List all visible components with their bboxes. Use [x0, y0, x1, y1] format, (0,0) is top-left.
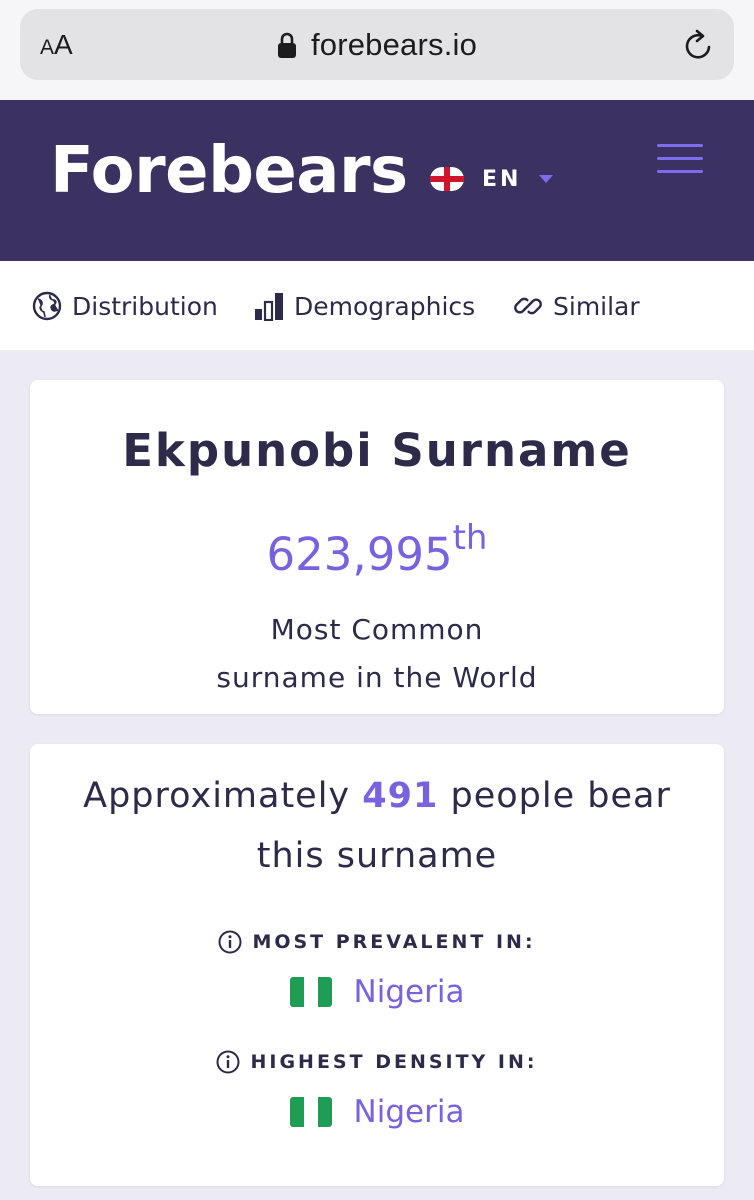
most-prevalent-label: MOST PREVALENT IN: — [30, 930, 724, 954]
highest-density-country-link[interactable]: Nigeria — [354, 1094, 465, 1130]
nav-similar-label: Similar — [553, 291, 640, 321]
nav-demographics-label: Demographics — [294, 291, 476, 321]
hamburger-menu-icon[interactable] — [657, 144, 703, 174]
most-prevalent-country-link[interactable]: Nigeria — [354, 974, 465, 1010]
url-field[interactable]: A A forebears.io — [20, 9, 734, 80]
rank-suffix: th — [452, 518, 488, 558]
nigeria-flag-icon — [289, 1097, 332, 1127]
nav-similar[interactable]: Similar — [513, 289, 640, 323]
rank-caption: Most Common surname in the World — [30, 606, 724, 702]
surname-summary-card: Ekpunobi Surname 623,995th Most Common s… — [30, 380, 724, 714]
bar-chart-icon — [255, 293, 283, 321]
nav-distribution[interactable]: Distribution — [32, 289, 218, 323]
info-icon[interactable] — [216, 1050, 240, 1074]
highest-density-label-text: HIGHEST DENSITY IN: — [250, 1051, 538, 1073]
rank-caption-line1: Most Common — [270, 613, 484, 646]
england-flag-icon — [430, 167, 464, 191]
url-text: forebears.io — [310, 27, 478, 62]
info-icon[interactable] — [218, 930, 242, 954]
globe-icon — [32, 291, 62, 321]
rank-value: 623,995 — [266, 528, 453, 581]
language-selector[interactable]: EN — [430, 164, 554, 194]
site-header: Forebears EN — [0, 100, 754, 261]
site-logo[interactable]: Forebears — [50, 134, 408, 208]
nav-demographics[interactable]: Demographics — [254, 289, 475, 323]
most-prevalent-country[interactable]: Nigeria — [30, 974, 724, 1010]
chevron-down-icon — [539, 174, 554, 183]
bearers-prefix: Approximately — [83, 776, 351, 816]
rank-caption-line2: surname in the World — [216, 661, 538, 694]
language-code: EN — [482, 166, 522, 192]
bearers-statement: Approximately 491 people bear this surna… — [50, 766, 704, 886]
section-nav: Distribution Demographics Similar — [0, 261, 754, 350]
browser-address-bar: A A forebears.io — [0, 0, 754, 100]
nigeria-flag-icon — [289, 977, 332, 1007]
highest-density-label: HIGHEST DENSITY IN: — [30, 1050, 724, 1074]
reload-icon[interactable] — [682, 29, 716, 63]
lock-icon — [277, 32, 296, 58]
link-icon — [514, 297, 542, 315]
page-title: Ekpunobi Surname — [122, 424, 632, 477]
most-prevalent-label-text: MOST PREVALENT IN: — [252, 931, 536, 953]
surname-rank: 623,995th — [30, 518, 724, 581]
nav-distribution-label: Distribution — [72, 291, 218, 321]
bearers-count: 491 — [362, 776, 439, 816]
highest-density-country[interactable]: Nigeria — [30, 1094, 724, 1130]
url-display[interactable]: forebears.io — [20, 27, 734, 63]
population-card: Approximately 491 people bear this surna… — [30, 744, 724, 1186]
